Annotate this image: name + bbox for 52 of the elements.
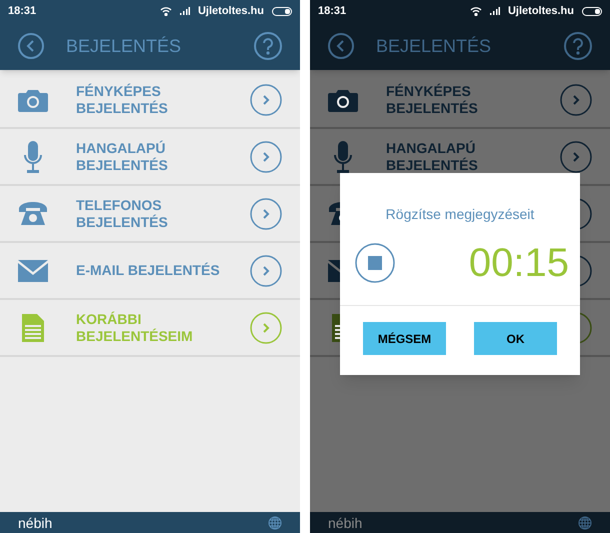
menu-item-label: E-MAIL BEJELENTÉS — [76, 262, 221, 279]
battery-icon — [582, 6, 602, 16]
menu-item-label: FÉNYKÉPES BEJELENTÉS — [76, 82, 169, 116]
chevron-right-icon[interactable] — [560, 140, 592, 172]
signal-icon — [490, 7, 500, 15]
chevron-right-icon[interactable] — [250, 312, 282, 344]
wifi-icon — [470, 6, 482, 16]
menu-item[interactable]: E-MAIL BEJELENTÉS — [0, 243, 300, 300]
dialog-button[interactable]: OK — [474, 322, 557, 355]
menu-item-label: HANGALAPÚ BEJELENTÉS — [76, 140, 169, 174]
microphone-icon — [22, 140, 44, 172]
carrier-name: Ujletoltes.hu — [508, 4, 574, 19]
help-icon[interactable] — [254, 32, 282, 60]
menu-item-label: TELEFONOS BEJELENTÉS — [76, 196, 169, 230]
carrier-name: Ujletoltes.hu — [198, 4, 264, 19]
menu-item-label: FÉNYKÉPES BEJELENTÉS — [386, 82, 479, 116]
camera-icon — [328, 88, 358, 112]
app-logo: nébih — [18, 516, 52, 530]
status-time: 18:31 — [318, 4, 346, 19]
chevron-right-icon[interactable] — [250, 254, 282, 286]
menu-item[interactable]: FÉNYKÉPES BEJELENTÉS — [310, 72, 610, 129]
battery-icon — [272, 6, 292, 16]
timer-display: 00:15 — [468, 243, 569, 283]
chevron-right-icon[interactable] — [250, 140, 282, 172]
signal-icon — [180, 7, 190, 15]
wifi-icon — [160, 6, 172, 16]
menu-item[interactable]: HANGALAPÚ BEJELENTÉS — [0, 129, 300, 186]
dialog-title: Rögzítse megjegyzéseit — [384, 205, 536, 224]
microphone-icon — [332, 140, 354, 172]
chevron-right-icon[interactable] — [560, 84, 592, 116]
menu-item[interactable]: KORÁBBI BEJELENTÉSEIM — [0, 300, 300, 357]
globe-icon[interactable] — [578, 516, 592, 530]
stop-icon[interactable] — [355, 243, 395, 283]
menu-item-label: KORÁBBI BEJELENTÉSEIM — [76, 310, 194, 344]
chevron-right-icon[interactable] — [250, 84, 282, 116]
menu-item[interactable]: FÉNYKÉPES BEJELENTÉS — [0, 72, 300, 129]
header-title: BEJELENTÉS — [66, 36, 182, 56]
camera-icon — [18, 88, 48, 112]
envelope-icon — [18, 260, 48, 282]
document-icon — [22, 312, 44, 342]
status-time: 18:31 — [8, 4, 36, 19]
back-icon[interactable] — [328, 33, 354, 59]
dialog-button[interactable]: MÉGSEM — [363, 322, 446, 355]
telephone-icon — [18, 200, 48, 226]
back-icon[interactable] — [18, 33, 44, 59]
help-icon[interactable] — [564, 32, 592, 60]
chevron-right-icon[interactable] — [250, 198, 282, 230]
app-logo: nébih — [328, 516, 362, 530]
menu-item[interactable]: TELEFONOS BEJELENTÉS — [0, 186, 300, 243]
globe-icon[interactable] — [268, 516, 282, 530]
header-title: BEJELENTÉS — [376, 36, 492, 56]
menu-item-label: HANGALAPÚ BEJELENTÉS — [386, 140, 479, 174]
